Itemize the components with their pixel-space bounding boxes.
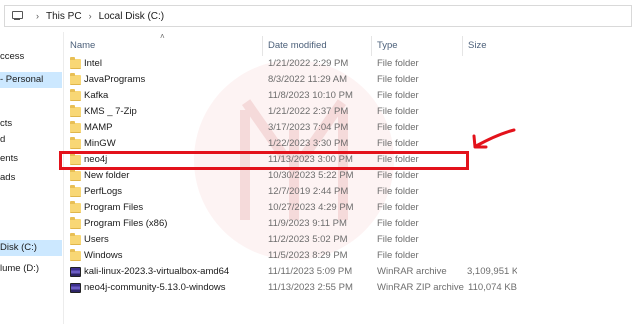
file-row-new-folder[interactable]: New folder 10/30/2023 5:22 PM File folde… <box>64 168 636 184</box>
file-row-mamp[interactable]: MAMP 3/17/2023 7:04 PM File folder <box>64 120 636 136</box>
breadcrumb-separator: › <box>36 11 39 21</box>
file-type: File folder <box>377 250 419 261</box>
column-divider[interactable] <box>371 36 372 56</box>
folder-icon <box>70 169 81 181</box>
file-row-kms-7zip[interactable]: KMS _ 7-Zip 1/21/2022 2:37 PM File folde… <box>64 104 636 120</box>
sidebar-item-volume-d[interactable]: lume (D:) <box>0 261 39 277</box>
file-row-javaprograms[interactable]: JavaPrograms 8/3/2022 11:29 AM File fold… <box>64 72 636 88</box>
breadcrumb-separator: › <box>88 11 92 21</box>
file-date: 12/7/2019 2:44 PM <box>268 186 349 197</box>
file-size: 3,109,951 KB <box>467 266 517 277</box>
sidebar-item-objects[interactable]: cts <box>0 116 12 132</box>
file-name: Program Files (x86) <box>84 218 168 229</box>
column-header-name[interactable]: Name <box>70 40 95 51</box>
file-row-mingw[interactable]: MinGW 1/22/2023 3:30 PM File folder <box>64 136 636 152</box>
file-type: File folder <box>377 202 419 213</box>
file-name: Windows <box>84 250 123 261</box>
file-date: 8/3/2022 11:29 AM <box>268 74 348 85</box>
file-type: File folder <box>377 122 419 133</box>
file-date: 11/9/2023 9:11 PM <box>268 218 347 229</box>
file-type: File folder <box>377 90 419 101</box>
file-name: MinGW <box>84 138 116 149</box>
file-row-windows[interactable]: Windows 11/5/2023 8:29 PM File folder <box>64 248 636 264</box>
file-name: KMS _ 7-Zip <box>84 106 137 117</box>
column-header-row: ˄ Name Date modified Type Size <box>64 32 636 56</box>
address-bar: › This PC › Local Disk (C:) <box>0 0 636 32</box>
file-name: kali-linux-2023.3-virtualbox-amd64 <box>84 266 230 277</box>
winrar-zip-archive-icon <box>70 283 81 293</box>
file-date: 1/21/2022 2:37 PM <box>268 106 349 117</box>
sidebar-item-onedrive-personal[interactable]: - Personal <box>0 72 62 88</box>
file-type: File folder <box>377 58 419 69</box>
sidebar-item-desktop[interactable]: d <box>0 132 5 148</box>
file-row-kafka[interactable]: Kafka 11/8/2023 10:10 PM File folder <box>64 88 636 104</box>
file-name: Kafka <box>84 90 109 101</box>
file-type: File folder <box>377 138 419 149</box>
file-type: File folder <box>377 106 419 117</box>
file-type: WinRAR archive <box>377 266 447 277</box>
file-date: 11/5/2023 8:29 PM <box>268 250 348 261</box>
folder-icon <box>70 249 81 261</box>
file-row-program-files-x86[interactable]: Program Files (x86) 11/9/2023 9:11 PM Fi… <box>64 216 636 232</box>
file-name: Program Files <box>84 202 144 213</box>
this-pc-icon <box>11 11 23 21</box>
file-name: JavaPrograms <box>84 74 146 85</box>
file-row-kali-linux-archive[interactable]: kali-linux-2023.3-virtualbox-amd64 11/11… <box>64 264 636 280</box>
file-row-neo4j-community-archive[interactable]: neo4j-community-5.13.0-windows 11/13/202… <box>64 280 636 296</box>
folder-icon <box>70 57 81 69</box>
folder-icon <box>70 121 81 133</box>
file-type: File folder <box>377 218 419 229</box>
breadcrumb-this-pc[interactable]: This PC <box>46 11 82 22</box>
winrar-archive-icon <box>70 267 81 277</box>
folder-icon <box>70 73 81 85</box>
sidebar-item-quick-access[interactable]: ccess <box>0 49 24 65</box>
file-row-users[interactable]: Users 11/2/2023 5:02 PM File folder <box>64 232 636 248</box>
highlight-box-neo4j <box>59 151 469 170</box>
file-name: Users <box>84 234 109 245</box>
folder-icon <box>70 233 81 245</box>
file-date: 11/8/2023 10:10 PM <box>268 90 353 101</box>
file-date: 1/21/2022 2:29 PM <box>268 58 349 69</box>
column-header-type[interactable]: Type <box>377 40 398 51</box>
navigation-pane: ccess - Personal cts d ents ads Disk (C:… <box>0 32 64 324</box>
file-name: PerfLogs <box>84 186 123 197</box>
file-row-intel[interactable]: Intel 1/21/2022 2:29 PM File folder <box>64 56 636 72</box>
sort-ascending-icon: ˄ <box>160 32 165 41</box>
sidebar-item-documents[interactable]: ents <box>0 151 18 167</box>
file-date: 10/30/2023 5:22 PM <box>268 170 354 181</box>
file-date: 11/11/2023 5:09 PM <box>268 266 353 277</box>
folder-icon <box>70 89 81 101</box>
file-name: MAMP <box>84 122 113 133</box>
file-size: 110,074 KB <box>468 282 517 293</box>
file-date: 11/13/2023 2:55 PM <box>268 282 353 293</box>
red-arrow-icon <box>472 128 516 149</box>
column-divider[interactable] <box>462 36 463 56</box>
address-box[interactable]: › This PC › Local Disk (C:) <box>4 5 632 27</box>
file-name: New folder <box>84 170 130 181</box>
file-date: 1/22/2023 3:30 PM <box>268 138 349 149</box>
folder-icon <box>70 201 81 213</box>
folder-icon <box>70 217 81 229</box>
file-name: Intel <box>84 58 102 69</box>
folder-icon <box>70 185 81 197</box>
breadcrumb-local-disk[interactable]: Local Disk (C:) <box>99 11 165 22</box>
column-header-date-modified[interactable]: Date modified <box>268 40 327 51</box>
file-name: neo4j-community-5.13.0-windows <box>84 282 226 293</box>
file-type: File folder <box>377 74 419 85</box>
file-row-perflogs[interactable]: PerfLogs 12/7/2019 2:44 PM File folder <box>64 184 636 200</box>
file-type: WinRAR ZIP archive <box>377 282 464 293</box>
folder-icon <box>70 137 81 149</box>
file-type: File folder <box>377 186 419 197</box>
sidebar-item-downloads[interactable]: ads <box>0 170 15 186</box>
sidebar-item-local-disk-c[interactable]: Disk (C:) <box>0 240 62 256</box>
file-date: 11/2/2023 5:02 PM <box>268 234 348 245</box>
file-date: 10/27/2023 4:29 PM <box>268 202 354 213</box>
folder-icon <box>70 105 81 117</box>
column-header-size[interactable]: Size <box>468 40 486 51</box>
file-type: File folder <box>377 234 419 245</box>
column-divider[interactable] <box>262 36 263 56</box>
file-date: 3/17/2023 7:04 PM <box>268 122 349 133</box>
file-type: File folder <box>377 170 419 181</box>
file-row-program-files[interactable]: Program Files 10/27/2023 4:29 PM File fo… <box>64 200 636 216</box>
